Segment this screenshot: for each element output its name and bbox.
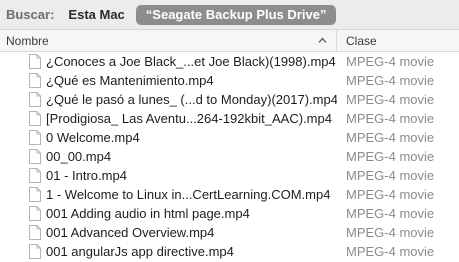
document-icon [29, 73, 41, 88]
column-header: Nombre Clase [0, 29, 459, 52]
document-icon [29, 168, 41, 183]
file-name: ¿Qué es Mantenimiento.mp4 [46, 73, 214, 88]
file-row[interactable]: 00_00.mp4 MPEG-4 movie [0, 147, 459, 166]
document-icon [29, 244, 41, 259]
column-header-kind[interactable]: Clase [337, 34, 377, 48]
file-list: ¿Conoces a Joe Black_...et Joe Black)(19… [0, 52, 459, 261]
file-kind: MPEG-4 movie [346, 244, 435, 259]
document-icon [29, 225, 41, 240]
file-kind: MPEG-4 movie [346, 73, 435, 88]
file-name: [Prodigiosa_ Las Aventu...264-192kbit_AA… [46, 111, 332, 126]
file-name: 001 angularJs app directive.mp4 [46, 244, 234, 259]
scope-drive-button[interactable]: “Seagate Backup Plus Drive” [135, 4, 337, 25]
file-kind: MPEG-4 movie [346, 225, 435, 240]
file-row[interactable]: 0 Welcome.mp4 MPEG-4 movie [0, 128, 459, 147]
file-row[interactable]: ¿Conoces a Joe Black_...et Joe Black)(19… [0, 52, 459, 71]
file-name-cell: ¿Conoces a Joe Black_...et Joe Black)(19… [0, 54, 337, 69]
file-name: 0 Welcome.mp4 [46, 130, 140, 145]
document-icon [29, 111, 41, 126]
file-name: 00_00.mp4 [46, 149, 112, 164]
file-name-cell: 001 Advanced Overview.mp4 [0, 225, 337, 240]
chevron-up-icon [318, 36, 327, 43]
file-kind: MPEG-4 movie [346, 149, 435, 164]
file-row[interactable]: 01 - Intro.mp4 MPEG-4 movie [0, 166, 459, 185]
document-icon [29, 149, 41, 164]
file-row[interactable]: ¿Qué le pasó a lunes_ (...d to Monday)(2… [0, 90, 459, 109]
file-name-cell: 001 angularJs app directive.mp4 [0, 244, 337, 259]
document-icon [29, 206, 41, 221]
file-row[interactable]: [Prodigiosa_ Las Aventu...264-192kbit_AA… [0, 109, 459, 128]
scope-this-mac-button[interactable]: Esta Mac [68, 7, 124, 22]
file-kind: MPEG-4 movie [346, 111, 435, 126]
file-row[interactable]: ¿Qué es Mantenimiento.mp4 MPEG-4 movie [0, 71, 459, 90]
file-name: 1 - Welcome to Linux in...CertLearning.C… [46, 187, 331, 202]
file-kind: MPEG-4 movie [346, 130, 435, 145]
document-icon [29, 92, 41, 107]
file-name-cell: 01 - Intro.mp4 [0, 168, 337, 183]
file-name: 001 Adding audio in html page.mp4 [46, 206, 250, 221]
document-icon [29, 187, 41, 202]
search-scope-bar: Buscar: Esta Mac “Seagate Backup Plus Dr… [0, 0, 459, 30]
column-header-kind-label: Clase [346, 33, 377, 48]
column-header-name[interactable]: Nombre [0, 29, 337, 52]
file-row[interactable]: 001 Advanced Overview.mp4 MPEG-4 movie [0, 223, 459, 242]
file-row[interactable]: 1 - Welcome to Linux in...CertLearning.C… [0, 185, 459, 204]
file-kind: MPEG-4 movie [346, 54, 435, 69]
file-name-cell: 1 - Welcome to Linux in...CertLearning.C… [0, 187, 337, 202]
file-kind: MPEG-4 movie [346, 187, 435, 202]
file-name-cell: [Prodigiosa_ Las Aventu...264-192kbit_AA… [0, 111, 337, 126]
file-name-cell: 001 Adding audio in html page.mp4 [0, 206, 337, 221]
file-name-cell: 0 Welcome.mp4 [0, 130, 337, 145]
file-name: 001 Advanced Overview.mp4 [46, 225, 215, 240]
file-kind: MPEG-4 movie [346, 206, 435, 221]
search-scope-label: Buscar: [6, 7, 55, 22]
file-name: 01 - Intro.mp4 [46, 168, 127, 183]
file-name: ¿Conoces a Joe Black_...et Joe Black)(19… [46, 54, 336, 69]
document-icon [29, 130, 41, 145]
file-name-cell: ¿Qué es Mantenimiento.mp4 [0, 73, 337, 88]
column-header-name-label: Nombre [6, 33, 49, 48]
file-row[interactable]: 001 Adding audio in html page.mp4 MPEG-4… [0, 204, 459, 223]
file-name-cell: 00_00.mp4 [0, 149, 337, 164]
file-name-cell: ¿Qué le pasó a lunes_ (...d to Monday)(2… [0, 92, 337, 107]
file-kind: MPEG-4 movie [346, 92, 435, 107]
file-name: ¿Qué le pasó a lunes_ (...d to Monday)(2… [46, 92, 337, 107]
file-row[interactable]: 001 angularJs app directive.mp4 MPEG-4 m… [0, 242, 459, 261]
file-kind: MPEG-4 movie [346, 168, 435, 183]
document-icon [29, 54, 41, 69]
